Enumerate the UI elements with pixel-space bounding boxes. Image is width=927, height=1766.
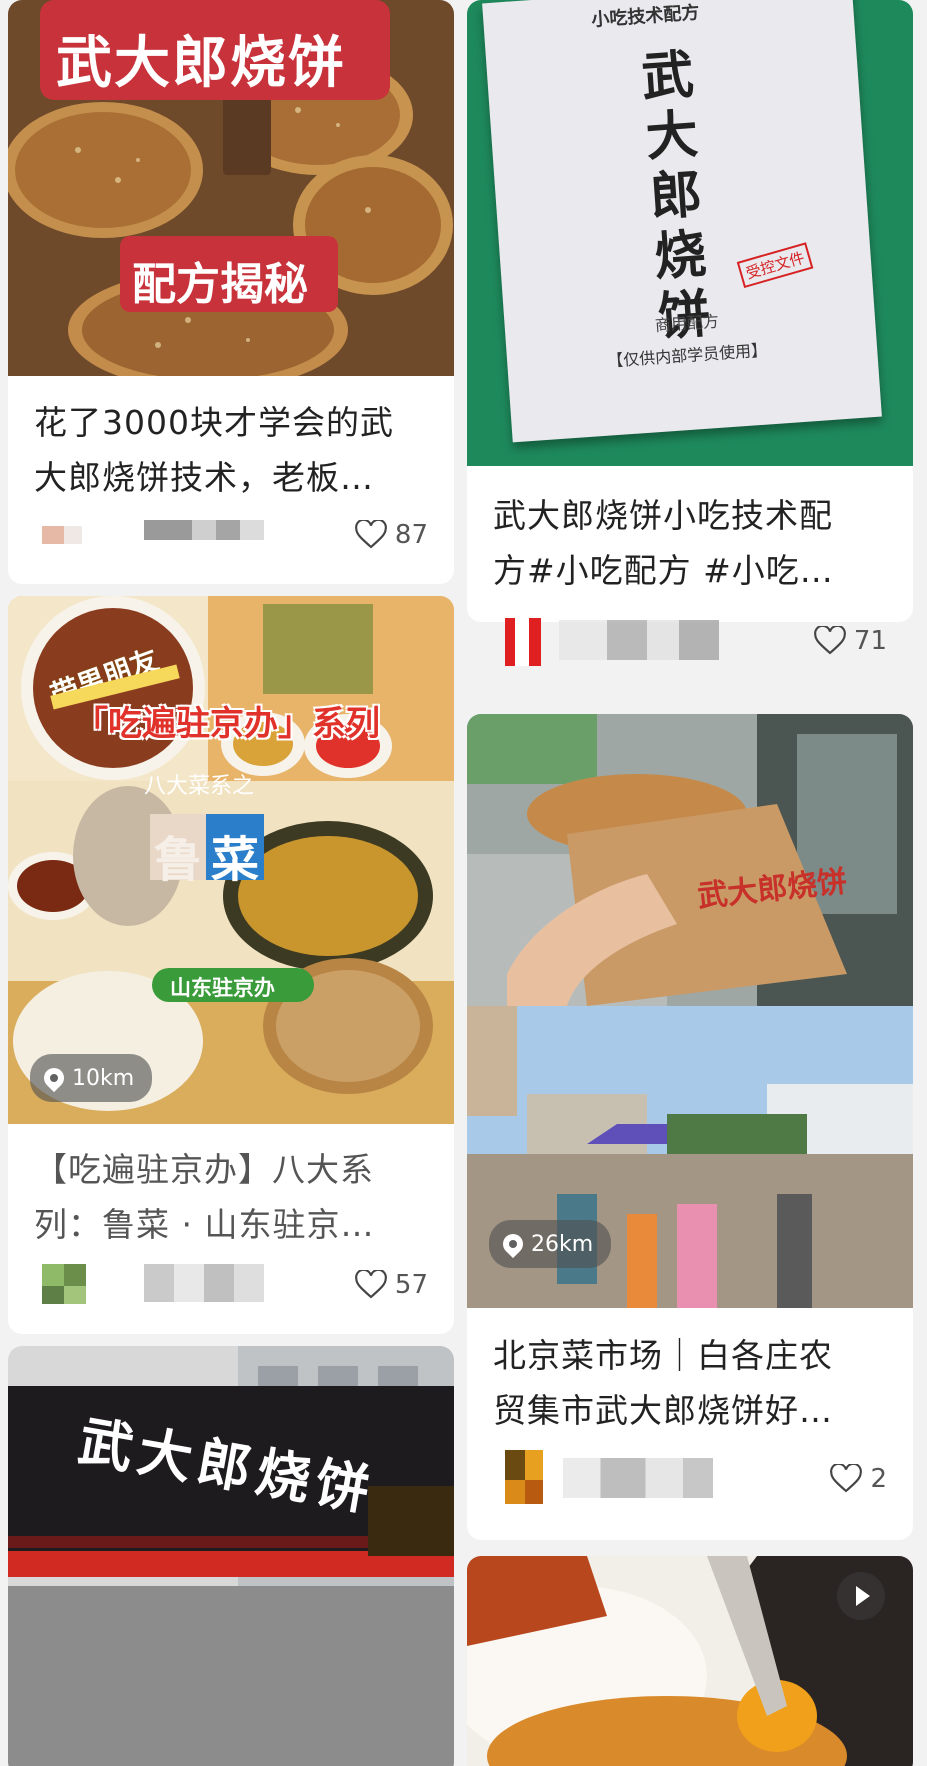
post-cover-image[interactable]: 武大郎烧饼 26km: [467, 714, 913, 1308]
place-tag: 山东驻京办: [170, 976, 275, 1000]
post-meta: 71: [493, 618, 887, 666]
overlay-series: 「吃遍驻京办」系列: [74, 704, 380, 744]
post-meta: 57: [34, 1264, 428, 1304]
like-button[interactable]: 71: [814, 624, 887, 658]
location-pin-icon: [39, 1063, 69, 1093]
post-cover-image[interactable]: 武大郎烧饼: [8, 1346, 454, 1766]
overlay-title: 武大郎烧饼: [56, 31, 346, 96]
play-icon[interactable]: [837, 1572, 885, 1620]
like-button[interactable]: 57: [355, 1268, 428, 1302]
post-card[interactable]: 武大郎烧饼: [8, 1346, 454, 1766]
post-title[interactable]: 武大郎烧饼小吃技术配 方#小吃配方 #小吃…: [493, 488, 887, 598]
post-cover-image[interactable]: 带男朋友 「吃遍驻京办」系列 八大菜系之 鲁 菜 山东驻京办 10km: [8, 596, 454, 1124]
post-title-line: 武大郎烧饼小吃技术配: [493, 496, 833, 535]
distance-chip: 10km: [30, 1054, 153, 1102]
heart-outline-icon: [814, 626, 846, 655]
post-cover-video[interactable]: [467, 1556, 913, 1766]
post-title-line: 花了3000块才学会的武: [34, 403, 394, 442]
author-name-blurred[interactable]: [559, 620, 719, 660]
post-meta: 87: [34, 514, 428, 554]
post-title[interactable]: 【吃遍驻京办】八大系 列：鲁菜 · 山东驻京…: [34, 1142, 428, 1252]
overlay-cuisine: 菜: [211, 832, 260, 888]
distance-chip: 26km: [489, 1220, 612, 1268]
post-title-line: 方#小吃配方 #小吃…: [493, 551, 834, 590]
post-title-line: 贸集市武大郎烧饼好…: [493, 1391, 833, 1430]
doc-title: 武大郎烧饼: [639, 44, 713, 348]
post-title[interactable]: 花了3000块才学会的武 大郎烧饼技术，老板…: [34, 395, 428, 505]
post-cover-image[interactable]: 武大郎烧饼 配方揭秘: [8, 0, 454, 376]
author-name-blurred[interactable]: [563, 1458, 713, 1498]
post-meta: 2: [493, 1450, 887, 1504]
doc-stamp: 受控文件: [736, 242, 814, 289]
post-card[interactable]: [467, 1556, 913, 1766]
author-avatar[interactable]: [34, 1264, 86, 1308]
post-title-line: 北京菜市场｜白各庄农: [493, 1336, 833, 1375]
post-title-line: 大郎烧饼技术，老板…: [34, 458, 374, 497]
post-cover-image[interactable]: 小吃技术配方 武大郎烧饼 受控文件 商用配方 【仅供内部学员使用】: [467, 0, 913, 466]
author-name-blurred[interactable]: [144, 520, 264, 540]
like-count: 57: [394, 1270, 428, 1300]
author-avatar[interactable]: [493, 618, 545, 666]
like-count: 71: [853, 626, 887, 656]
post-card[interactable]: 带男朋友 「吃遍驻京办」系列 八大菜系之 鲁 菜 山东驻京办 10km 【吃遍驻…: [8, 596, 454, 1334]
post-title[interactable]: 北京菜市场｜白各庄农 贸集市武大郎烧饼好…: [493, 1328, 887, 1438]
post-card[interactable]: 武大郎烧饼 配方揭秘 花了3000块才学会的武 大郎烧饼技术，老板… 87: [8, 0, 454, 584]
author-avatar[interactable]: [34, 514, 86, 558]
overlay-subtitle: 八大菜系之: [144, 774, 255, 799]
like-button[interactable]: 87: [355, 518, 428, 552]
heart-outline-icon: [830, 1464, 863, 1493]
like-button[interactable]: 2: [830, 1462, 887, 1496]
post-title-line: 【吃遍驻京办】八大系: [34, 1150, 374, 1189]
recipe-document: 小吃技术配方 武大郎烧饼 受控文件 商用配方 【仅供内部学员使用】: [482, 0, 882, 443]
post-card[interactable]: 武大郎烧饼 26km 北京菜市场｜白各庄农 贸集市武大郎烧饼好… 2: [467, 714, 913, 1540]
heart-outline-icon: [355, 520, 387, 549]
distance-text: 26km: [531, 1231, 594, 1257]
overlay-badge: 配方揭秘: [132, 259, 308, 310]
location-pin-icon: [498, 1229, 528, 1259]
post-card[interactable]: 小吃技术配方 武大郎烧饼 受控文件 商用配方 【仅供内部学员使用】 武大郎烧饼小…: [467, 0, 913, 622]
doc-note: 【仅供内部学员使用】: [606, 340, 768, 371]
doc-header: 小吃技术配方: [590, 2, 701, 31]
like-count: 2: [870, 1464, 887, 1494]
doc-subtitle: 商用配方: [654, 311, 720, 336]
like-count: 87: [394, 520, 428, 550]
post-title-line: 列：鲁菜 · 山东驻京…: [34, 1205, 375, 1244]
heart-outline-icon: [355, 1270, 387, 1299]
author-avatar[interactable]: [493, 1450, 545, 1504]
author-name-blurred[interactable]: [144, 1264, 264, 1302]
waterfall-feed: 武大郎烧饼 配方揭秘 花了3000块才学会的武 大郎烧饼技术，老板… 87 带男…: [0, 0, 927, 1766]
distance-text: 10km: [72, 1065, 135, 1091]
overlay-cuisine: 鲁: [154, 832, 203, 888]
